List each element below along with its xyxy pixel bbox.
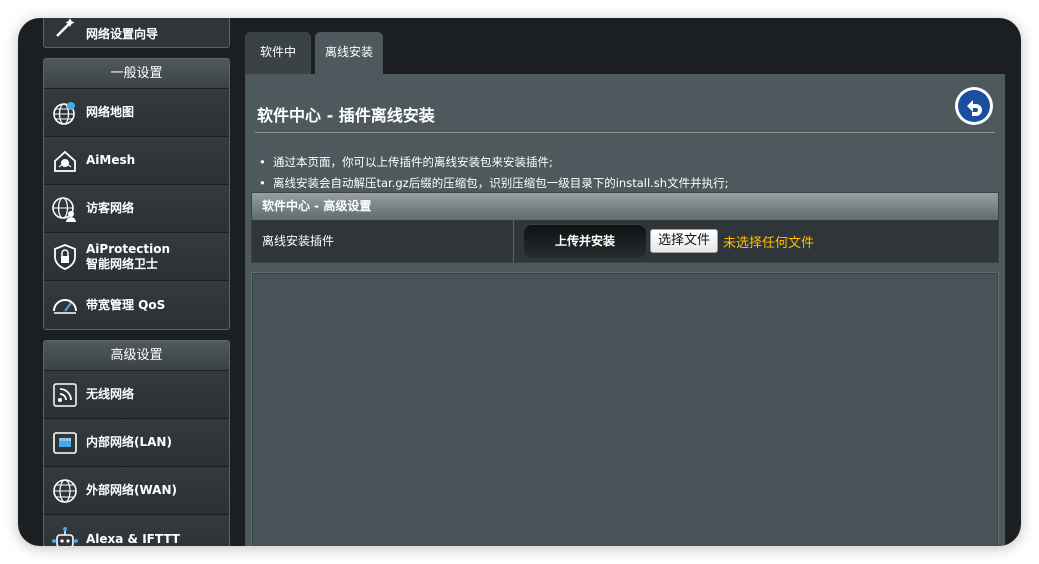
sidebar-item-setup-wizard[interactable]: 网络设置向导 (44, 18, 229, 47)
settings-row-offline-plugin: 离线安装插件 上传并安装 选择文件 未选择任何文件 (252, 220, 998, 262)
sidebar-item-lan[interactable]: 内部网络(LAN) (44, 419, 229, 467)
sidebar-item-label: 带宽管理 QoS (86, 297, 166, 312)
sidebar-item-network-map[interactable]: 网络地图 (44, 89, 229, 137)
main-panel: 软件中心 - 插件离线安装 通过本页面，你可以上传插件的离线安装包来安装插件; … (245, 74, 1005, 546)
sidebar-item-label: Alexa & IFTTT (86, 531, 180, 546)
wireless-icon (51, 381, 79, 409)
tab-offline-install[interactable]: 离线安装 (315, 32, 383, 74)
sidebar-item-wireless[interactable]: 无线网络 (44, 371, 229, 419)
sidebar-item-label: 内部网络(LAN) (86, 435, 172, 449)
lan-icon (51, 429, 79, 457)
upload-install-button[interactable]: 上传并安装 (524, 224, 646, 258)
guest-network-icon (51, 195, 79, 223)
sidebar-item-label: AiProtection (86, 241, 170, 256)
install-log-area[interactable] (251, 272, 999, 546)
speedometer-icon (51, 291, 79, 319)
file-status-text: 未选择任何文件 (723, 235, 815, 251)
sidebar-setup-box: 网络设置向导 (43, 18, 230, 48)
aimesh-icon (51, 147, 79, 175)
back-arrow-icon (955, 87, 993, 125)
sidebar-item-sublabel: 智能网络卫士 (86, 256, 159, 271)
settings-table: 软件中心 - 高级设置 离线安装插件 上传并安装 选择文件 未选择任何文件 (251, 192, 999, 263)
sidebar-general-group: 一般设置 网络地图 AiMesh 访客网络 AiProtection 智能网络卫… (43, 58, 230, 330)
sidebar-item-label: 无线网络 (86, 387, 135, 401)
sidebar-item-wan[interactable]: 外部网络(WAN) (44, 467, 229, 515)
sidebar-item-label: 网络地图 (86, 105, 135, 119)
description-note: 离线安装会自动解压tar.gz后缀的压缩包，识别压缩包一级目录下的install… (259, 173, 994, 194)
router-window: 网络设置向导 一般设置 网络地图 AiMesh 访客网络 AiProtectio… (18, 18, 1021, 546)
sidebar-group-title: 一般设置 (44, 59, 229, 89)
network-map-icon (51, 99, 79, 127)
sidebar-item-alexa-ifttt[interactable]: Alexa & IFTTT (44, 515, 229, 546)
sidebar-item-label: AiMesh (86, 153, 136, 167)
back-button[interactable] (954, 86, 994, 126)
sidebar-item-label: 网络设置向导 (86, 27, 159, 41)
wizard-icon (51, 18, 79, 42)
settings-row-value: 上传并安装 选择文件 未选择任何文件 (514, 220, 998, 262)
shield-icon (51, 243, 79, 271)
tab-software-center[interactable]: 软件中心 (245, 32, 311, 99)
robot-icon (51, 525, 79, 546)
description-list: 通过本页面，你可以上传插件的离线安装包来安装插件; 离线安装会自动解压tar.g… (259, 152, 994, 194)
sidebar-group-title: 高级设置 (44, 341, 229, 371)
sidebar-item-label: 访客网络 (86, 201, 135, 215)
sidebar-item-aiprotection[interactable]: AiProtection 智能网络卫士 (44, 233, 229, 281)
settings-table-header: 软件中心 - 高级设置 (252, 193, 998, 220)
globe-icon (51, 477, 79, 505)
sidebar-advanced-group: 高级设置 无线网络 内部网络(LAN) 外部网络(WAN) Alexa & IF… (43, 340, 230, 546)
description-note: 通过本页面，你可以上传插件的离线安装包来安装插件; (259, 152, 994, 173)
sidebar-item-guest-network[interactable]: 访客网络 (44, 185, 229, 233)
title-divider (255, 132, 995, 133)
sidebar-item-aimesh[interactable]: AiMesh (44, 137, 229, 185)
choose-file-button[interactable]: 选择文件 (650, 229, 719, 253)
settings-row-label: 离线安装插件 (252, 220, 514, 262)
sidebar-item-qos[interactable]: 带宽管理 QoS (44, 281, 229, 329)
page-title: 软件中心 - 插件离线安装 (257, 106, 435, 125)
sidebar-item-label: 外部网络(WAN) (86, 483, 177, 497)
